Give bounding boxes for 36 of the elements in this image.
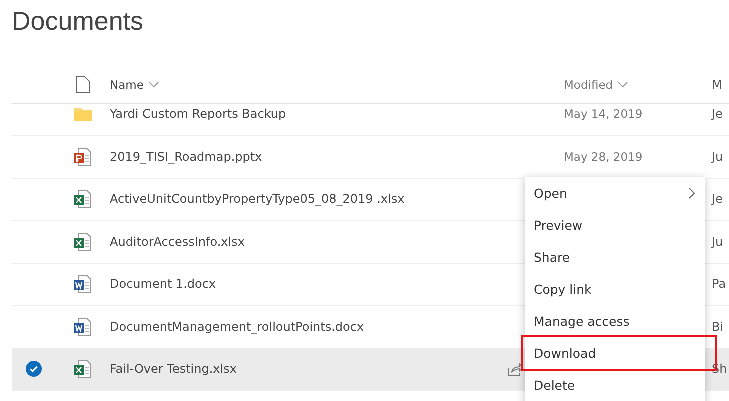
share-icon[interactable] bbox=[508, 362, 522, 376]
file-name[interactable]: DocumentManagement_rolloutPoints.docx bbox=[110, 320, 466, 334]
file-type-icon[interactable] bbox=[76, 76, 90, 93]
table-cell-text: Je bbox=[712, 192, 724, 206]
checkmark-icon[interactable] bbox=[26, 361, 42, 378]
excel-file-icon bbox=[74, 360, 92, 378]
file-name[interactable]: 2019_TISI_Roadmap.pptx bbox=[110, 150, 466, 164]
menu-item[interactable]: Manage access bbox=[525, 305, 705, 337]
powerpoint-file-icon bbox=[74, 148, 92, 166]
menu-item[interactable]: Copy link bbox=[525, 273, 705, 305]
table-row[interactable]: Yardi Custom Reports Backup May 14, 2019 Je bbox=[12, 104, 729, 136]
chevron-icon bbox=[148, 82, 159, 88]
table-cell-text: Ju bbox=[712, 150, 724, 164]
column-header[interactable]: M bbox=[712, 78, 729, 92]
word-file-icon bbox=[74, 275, 92, 294]
folder-icon bbox=[74, 107, 92, 121]
file-name[interactable]: AuditorAccessInfo.xlsx bbox=[110, 234, 466, 249]
table-cell-text: Ju bbox=[712, 234, 724, 249]
table-cell-text: Je bbox=[712, 107, 724, 121]
file-name[interactable]: Fail-Over Testing.xlsx bbox=[110, 362, 466, 376]
file-name[interactable]: Yardi Custom Reports Backup bbox=[110, 107, 466, 121]
modified-date: May 28, 2019 bbox=[564, 150, 643, 164]
file-name[interactable]: ActiveUnitCountbyPropertyType05_08_2019 .xlsx bbox=[110, 192, 466, 206]
modified-date: May 14, 2019 bbox=[564, 107, 643, 121]
menu-item[interactable]: Open bbox=[525, 177, 705, 209]
excel-file-icon bbox=[74, 232, 92, 251]
table-cell-text: Pa bbox=[712, 277, 728, 292]
chevron-icon bbox=[689, 188, 695, 198]
page-title: Documents bbox=[11, 5, 144, 38]
excel-file-icon bbox=[74, 190, 92, 208]
word-file-icon bbox=[74, 318, 92, 336]
modified-column-header[interactable]: Modified bbox=[564, 78, 628, 92]
chevron-icon bbox=[618, 82, 628, 88]
file-name[interactable]: Document 1.docx bbox=[110, 277, 466, 292]
name-column-header[interactable]: Name bbox=[110, 78, 159, 92]
table-cell-text: Bi bbox=[712, 320, 725, 334]
